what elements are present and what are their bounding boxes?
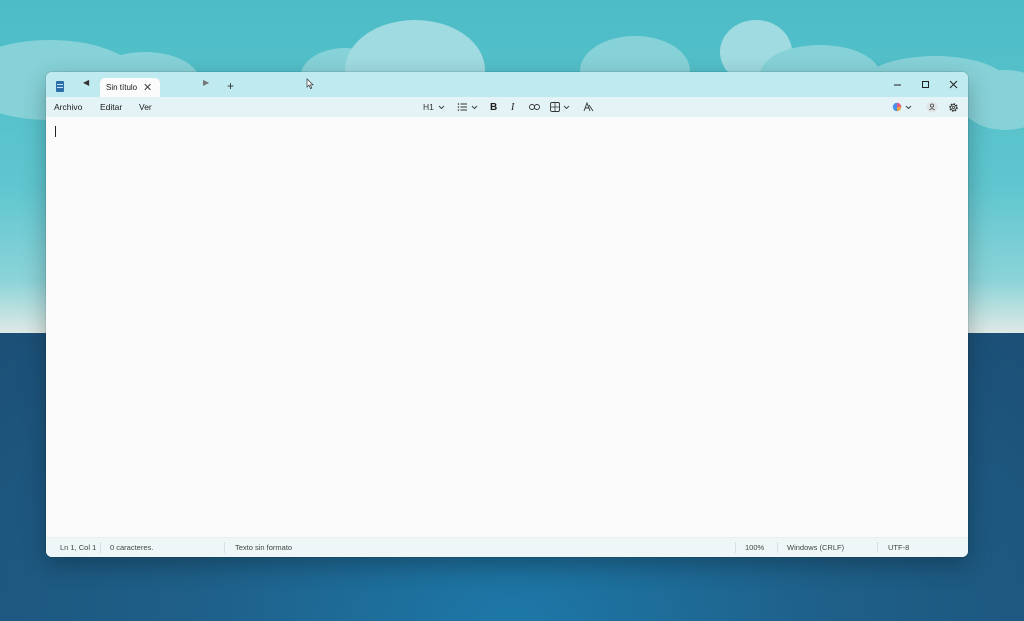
minimize-button[interactable] bbox=[883, 72, 911, 97]
status-separator bbox=[224, 542, 225, 553]
text-caret bbox=[55, 126, 56, 137]
notepad-icon bbox=[56, 81, 64, 92]
status-separator bbox=[777, 542, 778, 553]
chevron-left-icon[interactable]: ◀ bbox=[83, 78, 89, 87]
maximize-button[interactable] bbox=[911, 72, 939, 97]
tab-sin-titulo[interactable]: Sin título ✕ bbox=[100, 78, 160, 98]
notepad-window: ◀ Sin título ✕ ▶ + Archivo Editar Ver H1 bbox=[46, 72, 968, 557]
italic-button[interactable]: I bbox=[511, 100, 514, 114]
menu-bar: Archivo Editar Ver H1 B I bbox=[46, 97, 968, 117]
account-button[interactable] bbox=[926, 100, 938, 114]
list-icon bbox=[457, 103, 467, 111]
link-button[interactable] bbox=[529, 100, 540, 114]
mouse-pointer-icon bbox=[306, 78, 314, 90]
minimize-icon bbox=[893, 84, 901, 86]
tab-title: Sin título bbox=[106, 83, 138, 92]
menu-editar[interactable]: Editar bbox=[100, 102, 122, 112]
plus-icon[interactable]: + bbox=[227, 79, 234, 93]
text-editor[interactable] bbox=[46, 117, 968, 538]
account-icon bbox=[926, 101, 938, 113]
chevron-down-icon bbox=[471, 105, 478, 110]
format-indicator[interactable]: Texto sin formato bbox=[235, 543, 292, 552]
chevron-down-icon bbox=[905, 105, 912, 110]
menu-ver[interactable]: Ver bbox=[139, 102, 152, 112]
status-separator bbox=[877, 542, 878, 553]
list-dropdown[interactable] bbox=[457, 100, 479, 114]
close-icon[interactable]: ✕ bbox=[143, 81, 152, 94]
link-icon bbox=[529, 104, 540, 110]
heading-dropdown[interactable]: H1 bbox=[423, 100, 446, 114]
settings-button[interactable] bbox=[948, 100, 959, 114]
cursor-position[interactable]: Ln 1, Col 1 bbox=[60, 543, 96, 552]
status-bar: Ln 1, Col 1 0 caracteres. Texto sin form… bbox=[46, 537, 968, 557]
table-icon bbox=[550, 102, 560, 112]
copilot-dropdown[interactable] bbox=[892, 100, 913, 114]
character-count: 0 caracteres. bbox=[110, 543, 154, 552]
clear-formatting-icon bbox=[583, 102, 594, 112]
bold-button[interactable]: B bbox=[490, 100, 497, 114]
chevron-down-icon bbox=[438, 105, 445, 110]
heading-label: H1 bbox=[423, 102, 434, 112]
copilot-icon bbox=[892, 102, 902, 112]
menu-archivo[interactable]: Archivo bbox=[54, 102, 82, 112]
title-bar[interactable]: ◀ Sin título ✕ ▶ + bbox=[46, 72, 968, 98]
chevron-right-icon[interactable]: ▶ bbox=[203, 78, 209, 87]
close-icon bbox=[949, 80, 957, 89]
bold-icon: B bbox=[490, 101, 498, 113]
close-button[interactable] bbox=[939, 72, 967, 97]
status-separator bbox=[100, 542, 101, 553]
gear-icon bbox=[949, 102, 958, 112]
encoding[interactable]: UTF-8 bbox=[888, 543, 909, 552]
clear-formatting-button[interactable] bbox=[583, 100, 594, 114]
maximize-icon bbox=[921, 81, 929, 88]
line-ending[interactable]: Windows (CRLF) bbox=[787, 543, 844, 552]
table-dropdown[interactable] bbox=[550, 100, 571, 114]
zoom-level[interactable]: 100% bbox=[745, 543, 764, 552]
chevron-down-icon bbox=[563, 105, 570, 110]
italic-icon: I bbox=[511, 101, 515, 113]
status-separator bbox=[735, 542, 736, 553]
